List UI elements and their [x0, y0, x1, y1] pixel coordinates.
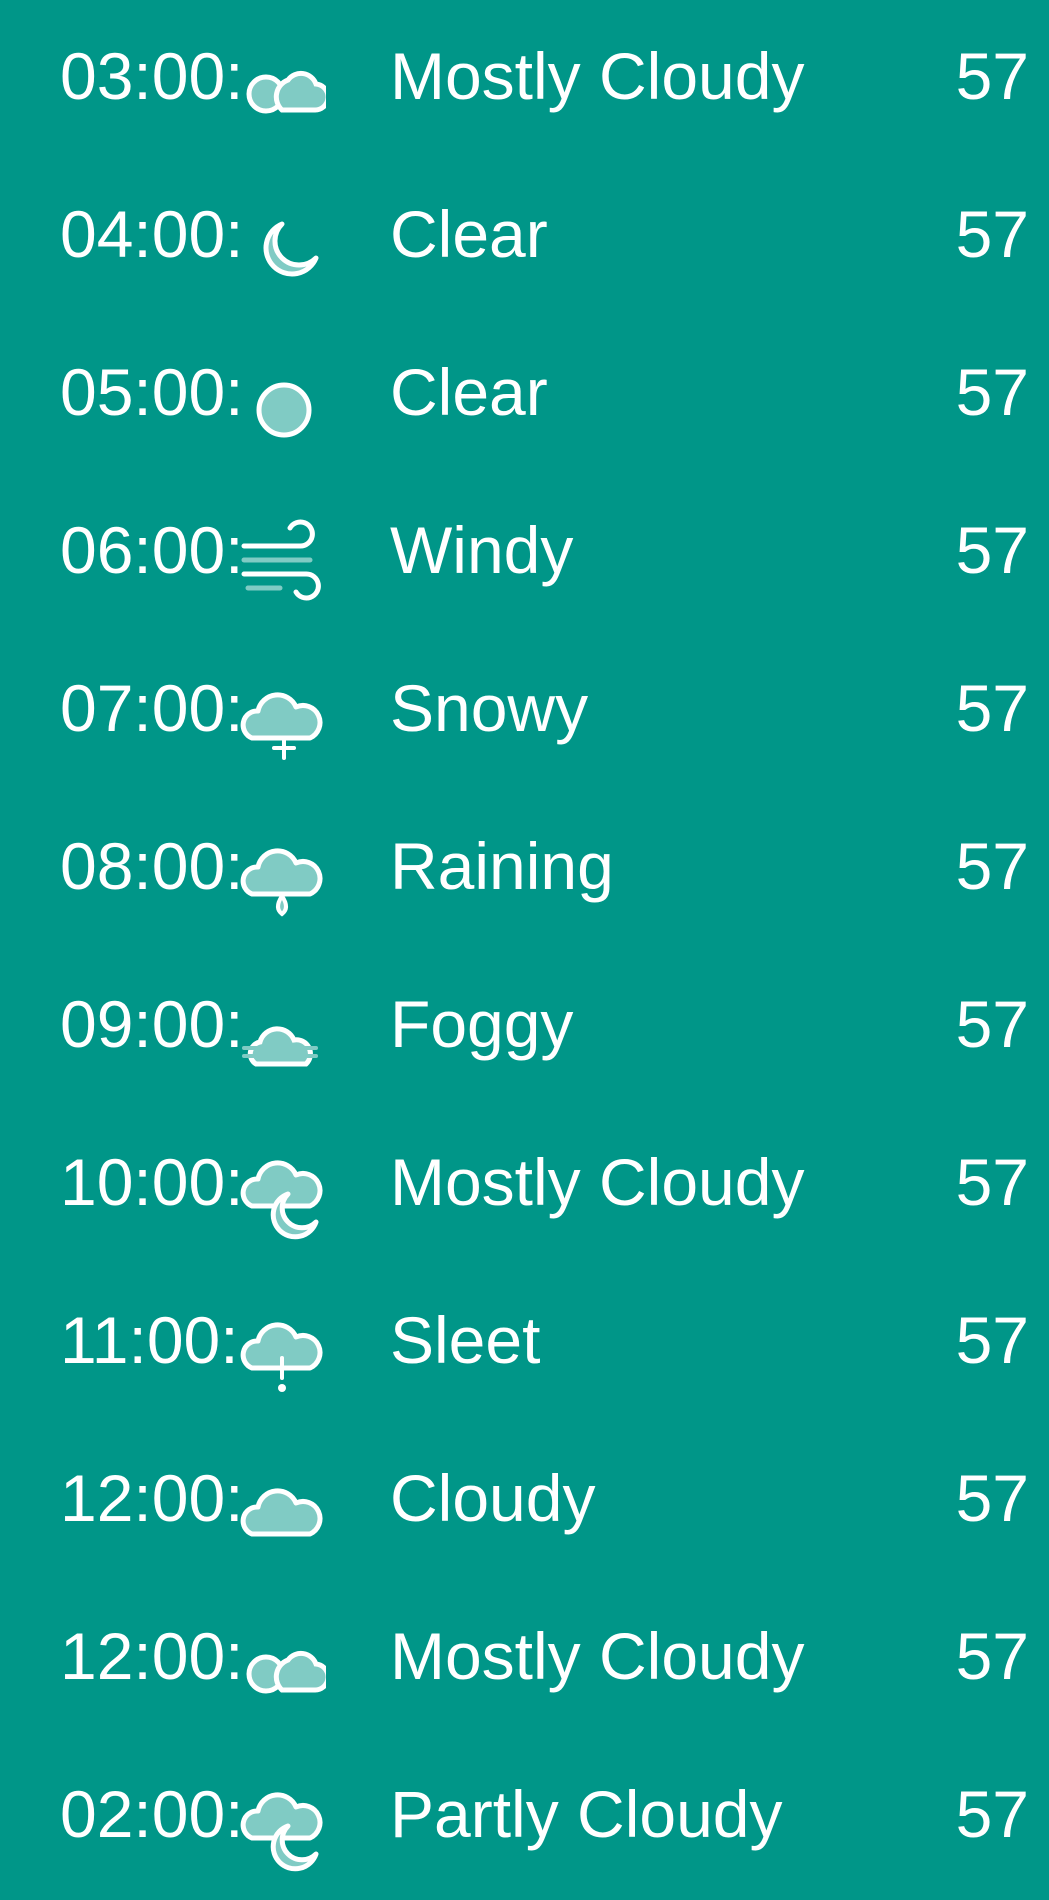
forecast-temperature: 57 — [955, 197, 1029, 271]
forecast-temperature: 57 — [955, 513, 1029, 587]
forecast-row[interactable]: 11:00: Sleet 57 — [0, 1264, 1049, 1422]
snow-icon — [236, 676, 326, 766]
forecast-row[interactable]: 06:00: Windy 57 — [0, 474, 1049, 632]
forecast-temperature: 57 — [955, 671, 1029, 745]
mostly-cloudy-icon — [236, 44, 326, 134]
forecast-time: 08:00: — [60, 829, 244, 903]
forecast-row[interactable]: 12:00: Cloudy 57 — [0, 1422, 1049, 1580]
forecast-row[interactable]: 08:00: Raining 57 — [0, 790, 1049, 948]
forecast-time: 04:00: — [60, 197, 244, 271]
moon-icon — [236, 202, 326, 292]
sun-icon — [236, 360, 326, 450]
forecast-time: 06:00: — [60, 513, 244, 587]
forecast-condition: Clear — [390, 197, 548, 271]
cloud-moon-icon — [236, 1782, 326, 1872]
forecast-condition: Foggy — [390, 987, 574, 1061]
forecast-condition: Sleet — [390, 1303, 541, 1377]
forecast-temperature: 57 — [955, 1303, 1029, 1377]
forecast-condition: Clear — [390, 355, 548, 429]
forecast-time: 03:00: — [60, 39, 244, 113]
forecast-temperature: 57 — [955, 1777, 1029, 1851]
forecast-temperature: 57 — [955, 1461, 1029, 1535]
forecast-row[interactable]: 05:00: Clear 57 — [0, 316, 1049, 474]
forecast-time: 12:00: — [60, 1619, 244, 1693]
forecast-row[interactable]: 12:00: Mostly Cloudy 57 — [0, 1580, 1049, 1738]
forecast-time: 09:00: — [60, 987, 244, 1061]
forecast-temperature: 57 — [955, 39, 1029, 113]
forecast-row[interactable]: 04:00: Clear 57 — [0, 158, 1049, 316]
cloud-moon-icon — [236, 1150, 326, 1240]
forecast-condition: Raining — [390, 829, 614, 903]
forecast-temperature: 57 — [955, 829, 1029, 903]
forecast-temperature: 57 — [955, 1145, 1029, 1219]
forecast-row[interactable]: 02:00: Partly Cloudy 57 — [0, 1738, 1049, 1896]
forecast-condition: Cloudy — [390, 1461, 596, 1535]
forecast-condition: Mostly Cloudy — [390, 1619, 805, 1693]
forecast-row[interactable]: 10:00: Mostly Cloudy 57 — [0, 1106, 1049, 1264]
forecast-time: 11:00: — [60, 1303, 239, 1377]
forecast-condition: Mostly Cloudy — [390, 39, 805, 113]
forecast-time: 10:00: — [60, 1145, 244, 1219]
forecast-row[interactable]: 09:00: Foggy 57 — [0, 948, 1049, 1106]
forecast-time: 07:00: — [60, 671, 244, 745]
cloud-icon — [236, 1466, 326, 1556]
forecast-temperature: 57 — [955, 1619, 1029, 1693]
fog-icon — [236, 992, 326, 1082]
forecast-condition: Mostly Cloudy — [390, 1145, 805, 1219]
wind-icon — [236, 518, 326, 608]
forecast-time: 12:00: — [60, 1461, 244, 1535]
rain-icon — [236, 834, 326, 924]
forecast-time: 05:00: — [60, 355, 244, 429]
forecast-row[interactable]: 07:00: Snowy 57 — [0, 632, 1049, 790]
forecast-row[interactable]: 03:00: Mostly Cloudy 57 — [0, 0, 1049, 158]
hourly-forecast-list: 03:00: Mostly Cloudy 57 04:00: Clear 57 … — [0, 0, 1049, 1900]
sleet-icon — [236, 1308, 326, 1398]
forecast-temperature: 57 — [955, 987, 1029, 1061]
forecast-condition: Windy — [390, 513, 574, 587]
forecast-condition: Snowy — [390, 671, 589, 745]
forecast-time: 02:00: — [60, 1777, 244, 1851]
forecast-temperature: 57 — [955, 355, 1029, 429]
forecast-condition: Partly Cloudy — [390, 1777, 783, 1851]
mostly-cloudy-icon — [236, 1624, 326, 1714]
